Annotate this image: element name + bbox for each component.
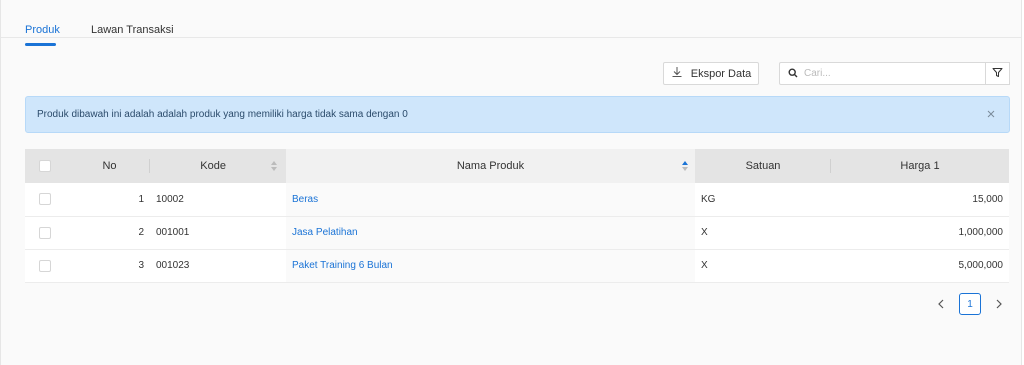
cell-no: 1: [69, 183, 150, 217]
cell-nama-produk: Paket Training 6 Bulan: [286, 249, 695, 283]
alert-message: Produk dibawah ini adalah adalah produk …: [37, 109, 408, 120]
select-all-header: [25, 149, 69, 183]
download-icon: [671, 66, 683, 81]
table-row[interactable]: 1 10002 Beras KG 15,000: [25, 183, 1009, 217]
tab-produk[interactable]: Produk: [25, 24, 60, 36]
cell-harga1: 5,000,000: [831, 249, 1009, 283]
column-header-satuan: Satuan: [695, 149, 831, 183]
cell-harga1: 1,000,000: [831, 216, 1009, 250]
product-link[interactable]: Paket Training 6 Bulan: [292, 260, 393, 271]
cell-kode: 001023: [150, 249, 286, 283]
column-header-nama-produk-label: Nama Produk: [456, 160, 525, 172]
export-data-label: Ekspor Data: [690, 67, 752, 80]
select-all-checkbox[interactable]: [39, 160, 51, 173]
column-header-harga1: Harga 1: [831, 149, 1009, 183]
table-row[interactable]: 3 001023 Paket Training 6 Bulan X 5,000,…: [25, 249, 1009, 283]
table-row[interactable]: 2 001001 Jasa Pelatihan X 1,000,000: [25, 216, 1009, 250]
page: Produk Lawan Transaksi Ekspor Data Cari.…: [0, 0, 1022, 365]
cell-no: 3: [69, 249, 150, 283]
filter-button[interactable]: [986, 62, 1010, 85]
product-link[interactable]: Jasa Pelatihan: [292, 227, 358, 238]
column-header-no: No: [69, 149, 150, 183]
row-checkbox[interactable]: [39, 193, 51, 206]
search-box: [779, 62, 986, 85]
column-header-harga1-label: Harga 1: [900, 160, 940, 172]
cell-satuan: X: [695, 249, 831, 283]
cell-nama-produk: Beras: [286, 183, 695, 217]
chevron-left-icon[interactable]: [931, 294, 951, 314]
row-checkbox[interactable]: [39, 226, 51, 239]
info-alert: Produk dibawah ini adalah adalah produk …: [25, 96, 1010, 133]
column-header-kode[interactable]: Kode: [150, 149, 286, 183]
cell-harga1: 15,000: [831, 183, 1009, 217]
cell-satuan: X: [695, 216, 831, 250]
product-table: No Kode Nama Produk Satuan Harga 1 1 100…: [25, 149, 1009, 283]
filter-icon: [992, 67, 1003, 81]
cell-no: 2: [69, 216, 150, 250]
tab-lawan-transaksi[interactable]: Lawan Transaksi: [91, 24, 174, 36]
pagination-page-1[interactable]: 1: [959, 293, 981, 315]
column-header-satuan-label: Satuan: [745, 160, 781, 172]
export-data-button[interactable]: Ekspor Data: [663, 62, 759, 85]
product-link[interactable]: Beras: [292, 194, 318, 205]
row-select-cell: [25, 183, 69, 217]
cell-satuan: KG: [695, 183, 831, 217]
row-select-cell: [25, 216, 69, 250]
column-header-kode-label: Kode: [200, 160, 226, 172]
search-icon: [788, 67, 798, 81]
sort-icon[interactable]: [270, 160, 278, 172]
table-header-row: No Kode Nama Produk Satuan Harga 1: [25, 149, 1009, 183]
cell-kode: 001001: [150, 216, 286, 250]
row-select-cell: [25, 249, 69, 283]
row-checkbox[interactable]: [39, 259, 51, 272]
cell-nama-produk: Jasa Pelatihan: [286, 216, 695, 250]
tab-bar: Produk Lawan Transaksi: [1, 0, 1021, 46]
chevron-right-icon[interactable]: [989, 294, 1009, 314]
search-input[interactable]: [804, 68, 974, 79]
cell-kode: 10002: [150, 183, 286, 217]
column-header-nama-produk[interactable]: Nama Produk: [286, 149, 695, 183]
sort-ascending-icon[interactable]: [681, 160, 689, 172]
active-tab-indicator: [25, 43, 56, 46]
column-header-no-label: No: [102, 160, 117, 172]
close-icon[interactable]: [984, 107, 998, 121]
